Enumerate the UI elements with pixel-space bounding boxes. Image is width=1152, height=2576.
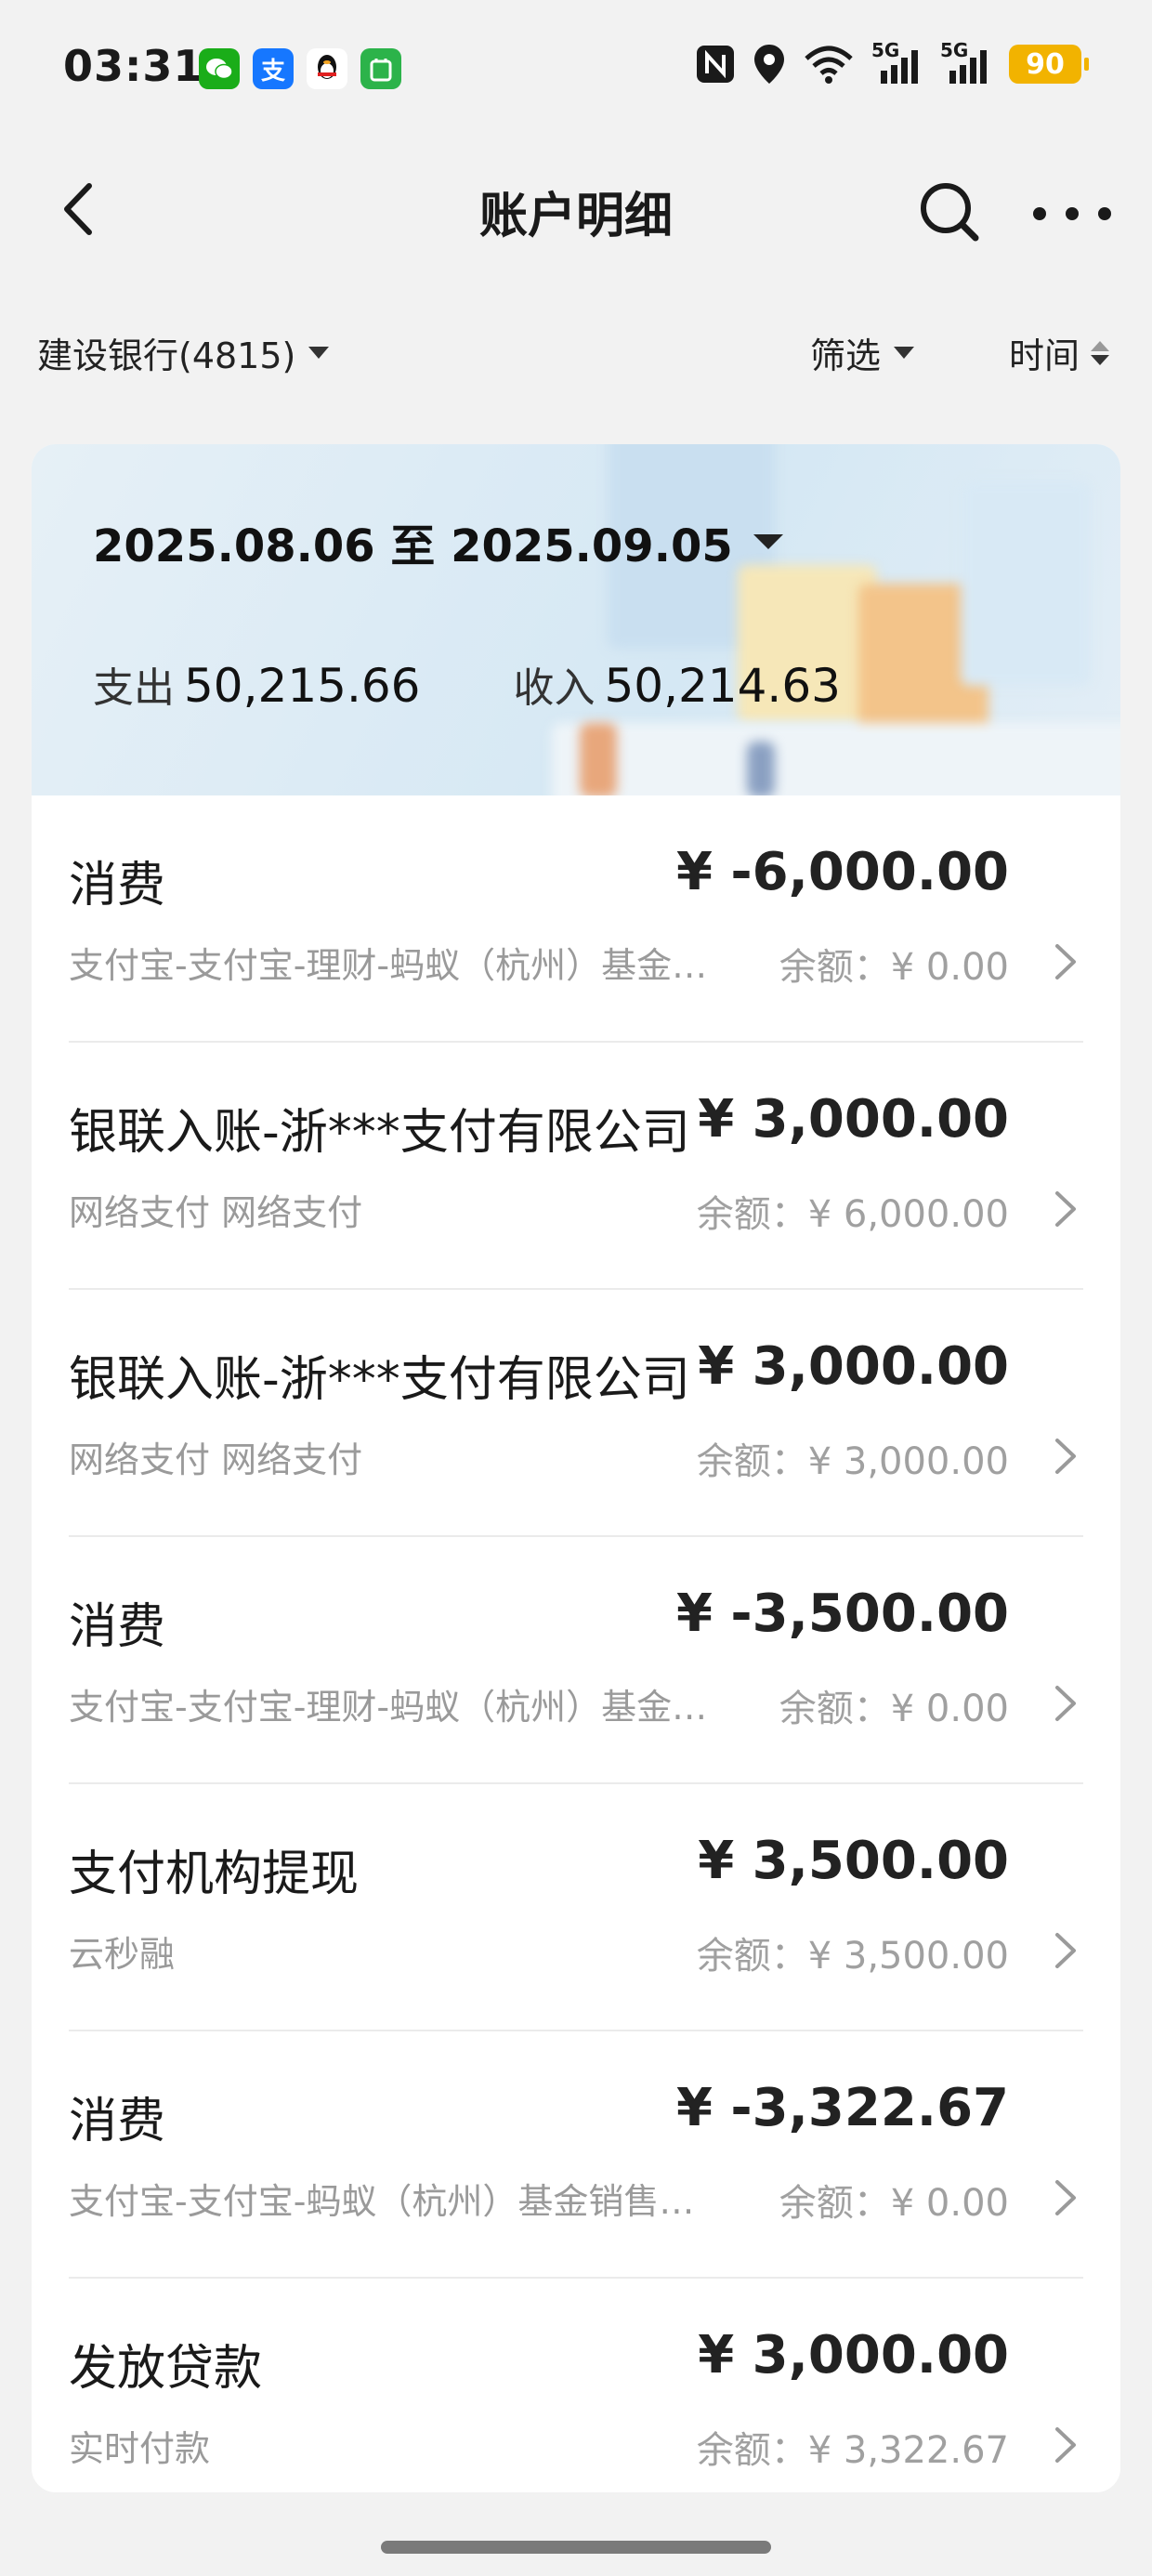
- income-value: 50,214.63: [604, 659, 841, 713]
- account-selector[interactable]: 建设银行(4815): [37, 327, 330, 378]
- signal-icon-1: 5G: [871, 39, 923, 85]
- transaction-amount: ¥ 3,500.00: [698, 1831, 1009, 1891]
- more-dot-icon: [1098, 207, 1111, 220]
- transaction-amount: ¥ -3,322.67: [675, 2078, 1009, 2138]
- nfc-icon: [697, 46, 734, 83]
- filter-bar: 建设银行(4815) 筛选 时间: [0, 316, 1152, 390]
- sort-icon: [1091, 340, 1110, 365]
- signal-icon-2: 5G: [940, 39, 992, 85]
- transaction-description: 网络支付 网络支付: [69, 1192, 363, 1233]
- more-dot-icon: [1066, 207, 1079, 220]
- transaction-balance: 余额：¥ 3,500.00: [696, 1935, 1009, 1978]
- location-icon: [754, 45, 784, 84]
- alipay-icon: 支: [253, 48, 294, 89]
- transaction-title: 消费: [69, 2094, 166, 2149]
- transaction-title: 支付机构提现: [69, 1847, 360, 1902]
- filter-dropdown[interactable]: 筛选: [810, 327, 915, 378]
- chevron-right-icon: [1055, 1439, 1076, 1474]
- status-time: 03:31: [63, 41, 204, 91]
- transaction-description: 实时付款: [69, 2428, 211, 2469]
- transaction-description: 网络支付 网络支付: [69, 1439, 363, 1480]
- wechat-icon: [199, 48, 240, 89]
- transaction-list: 消费 ¥ -6,000.00 支付宝-支付宝-理财-蚂蚁（杭州）基金… 余额：¥…: [32, 795, 1120, 2492]
- transaction-row[interactable]: 发放贷款 ¥ 3,000.00 实时付款 余额：¥ 3,322.67: [32, 2279, 1120, 2492]
- search-icon: [921, 183, 979, 242]
- chevron-right-icon: [1055, 2427, 1076, 2463]
- more-options-button[interactable]: [1033, 186, 1111, 242]
- date-range-selector[interactable]: 2025.08.06 至 2025.09.05: [93, 509, 783, 574]
- transaction-balance: 余额：¥ 0.00: [779, 1688, 1009, 1730]
- banner-decoration: [747, 742, 775, 795]
- chevron-right-icon: [1055, 1933, 1076, 1968]
- income-label: 收入: [513, 664, 596, 712]
- transaction-description: 云秒融: [69, 1934, 176, 1975]
- transaction-amount: ¥ -3,500.00: [675, 1584, 1009, 1644]
- status-bar: 03:31 支 5G 5G 90: [0, 0, 1152, 139]
- expense-label: 支出: [93, 664, 175, 712]
- account-label: 建设银行(4815): [37, 335, 296, 376]
- transaction-amount: ¥ 3,000.00: [698, 1089, 1009, 1150]
- app-store-icon: [360, 48, 401, 89]
- chevron-right-icon: [1055, 2180, 1076, 2215]
- transaction-title: 发放贷款: [69, 2341, 263, 2397]
- chevron-right-icon: [1055, 1686, 1076, 1721]
- more-dot-icon: [1033, 207, 1046, 220]
- transaction-title: 银联入账-浙***支付有限公司: [69, 1352, 690, 1408]
- transaction-title: 消费: [69, 858, 166, 913]
- caret-down-icon: [894, 347, 915, 359]
- expense-value: 50,215.66: [184, 659, 421, 713]
- transaction-row[interactable]: 消费 ¥ -3,500.00 支付宝-支付宝-理财-蚂蚁（杭州）基金… 余额：¥…: [32, 1537, 1120, 1784]
- chevron-right-icon: [1055, 944, 1076, 979]
- sort-label: 时间: [1009, 335, 1080, 376]
- time-sort-button[interactable]: 时间: [1009, 327, 1110, 378]
- transaction-amount: ¥ 3,000.00: [698, 2325, 1009, 2385]
- qq-icon: [307, 48, 347, 89]
- battery-indicator: 90: [1009, 45, 1089, 84]
- income-total: 收入 50,214.63: [513, 654, 840, 714]
- transaction-balance: 余额：¥ 0.00: [779, 2182, 1009, 2225]
- banner-decoration: [961, 481, 1091, 686]
- summary-banner: 2025.08.06 至 2025.09.05 支出 50,215.66 收入 50…: [32, 444, 1120, 795]
- transaction-amount: ¥ 3,000.00: [698, 1336, 1009, 1397]
- transaction-title: 银联入账-浙***支付有限公司: [69, 1105, 690, 1161]
- notification-icons: 支: [199, 48, 401, 89]
- chevron-right-icon: [1055, 1191, 1076, 1227]
- transaction-balance: 余额：¥ 0.00: [779, 946, 1009, 989]
- caret-down-icon: [753, 534, 783, 549]
- app-header: 账户明细: [0, 167, 1152, 251]
- transaction-description: 支付宝-支付宝-蚂蚁（杭州）基金销售…: [69, 2181, 695, 2222]
- home-indicator[interactable]: [381, 2541, 771, 2554]
- banner-decoration: [552, 723, 1120, 795]
- transaction-title: 消费: [69, 1599, 166, 1655]
- date-range-label: 2025.08.06 至 2025.09.05: [93, 520, 733, 572]
- expense-total: 支出 50,215.66: [93, 654, 420, 714]
- transaction-description: 支付宝-支付宝-理财-蚂蚁（杭州）基金…: [69, 945, 708, 986]
- system-icons: 5G 5G 90: [695, 39, 1089, 85]
- summary-totals: 支出 50,215.66 收入 50,214.63: [93, 654, 841, 714]
- transaction-balance: 余额：¥ 3,322.67: [696, 2429, 1009, 2472]
- transaction-amount: ¥ -6,000.00: [675, 842, 1009, 902]
- transaction-row[interactable]: 银联入账-浙***支付有限公司 ¥ 3,000.00 网络支付 网络支付 余额：…: [32, 1290, 1120, 1537]
- transactions-card: 2025.08.06 至 2025.09.05 支出 50,215.66 收入 50…: [32, 444, 1120, 2492]
- transaction-row[interactable]: 消费 ¥ -3,322.67 支付宝-支付宝-蚂蚁（杭州）基金销售… 余额：¥ …: [32, 2031, 1120, 2279]
- transaction-description: 支付宝-支付宝-理财-蚂蚁（杭州）基金…: [69, 1687, 708, 1728]
- transaction-row[interactable]: 支付机构提现 ¥ 3,500.00 云秒融 余额：¥ 3,500.00: [32, 1784, 1120, 2031]
- transaction-row[interactable]: 消费 ¥ -6,000.00 支付宝-支付宝-理财-蚂蚁（杭州）基金… 余额：¥…: [32, 795, 1120, 1043]
- transaction-balance: 余额：¥ 3,000.00: [696, 1440, 1009, 1483]
- search-button[interactable]: [914, 177, 985, 247]
- transaction-row[interactable]: 银联入账-浙***支付有限公司 ¥ 3,000.00 网络支付 网络支付 余额：…: [32, 1043, 1120, 1290]
- filter-label: 筛选: [810, 335, 882, 376]
- caret-down-icon: [308, 347, 330, 359]
- wifi-icon: [805, 46, 853, 84]
- transaction-balance: 余额：¥ 6,000.00: [696, 1193, 1009, 1236]
- banner-decoration: [580, 723, 617, 795]
